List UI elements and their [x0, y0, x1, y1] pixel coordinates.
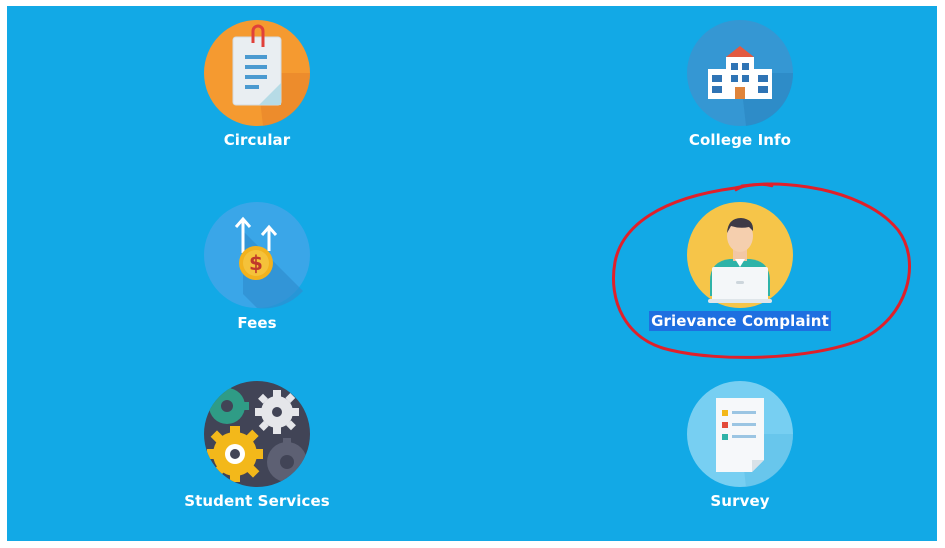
tile-circular[interactable]: Circular: [147, 19, 367, 169]
tile-fees-label: Fees: [237, 314, 277, 332]
tile-student-services-label: Student Services: [184, 492, 330, 510]
svg-text:$: $: [249, 251, 263, 275]
student-services-gears-icon: [203, 380, 311, 488]
circular-document-icon: [203, 19, 311, 127]
grievance-person-laptop-icon: [686, 201, 794, 309]
tile-survey[interactable]: Survey: [630, 380, 850, 530]
tile-grievance-complaint[interactable]: Grievance Complaint: [630, 201, 850, 351]
tile-fees[interactable]: $ Fees: [147, 201, 367, 351]
tile-grievance-complaint-label: Grievance Complaint: [649, 311, 831, 331]
fees-coin-icon: $: [203, 201, 311, 309]
tile-student-services[interactable]: Student Services: [147, 380, 367, 530]
tile-survey-label: Survey: [710, 492, 770, 510]
college-building-icon: [686, 19, 794, 127]
tile-college-info-label: College Info: [688, 131, 792, 149]
survey-clipboard-icon: [686, 380, 794, 488]
tile-circular-label: Circular: [223, 131, 291, 149]
dashboard-panel: Circular College Info $ Fees Grievance C…: [7, 6, 937, 541]
tile-college-info[interactable]: College Info: [630, 19, 850, 169]
screen: Circular College Info $ Fees Grievance C…: [0, 0, 945, 548]
